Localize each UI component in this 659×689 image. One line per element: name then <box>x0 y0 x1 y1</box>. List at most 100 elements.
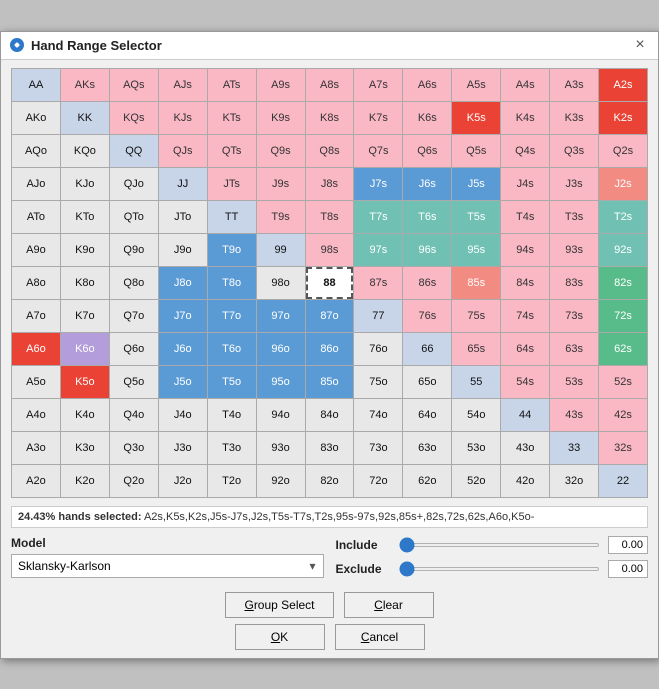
grid-cell[interactable]: 93s <box>550 234 598 266</box>
grid-cell[interactable]: T9o <box>208 234 256 266</box>
grid-cell[interactable]: Q7o <box>110 300 158 332</box>
grid-cell[interactable]: KJo <box>61 168 109 200</box>
grid-cell[interactable]: J7s <box>354 168 402 200</box>
grid-cell[interactable]: Q7s <box>354 135 402 167</box>
grid-cell[interactable]: AJo <box>12 168 60 200</box>
grid-cell[interactable]: 94o <box>257 399 305 431</box>
grid-cell[interactable]: T8o <box>208 267 256 299</box>
grid-cell[interactable]: Q2s <box>599 135 647 167</box>
group-select-button[interactable]: Group Select <box>225 592 333 618</box>
grid-cell[interactable]: 43s <box>550 399 598 431</box>
grid-cell[interactable]: 42s <box>599 399 647 431</box>
grid-cell[interactable]: T6s <box>403 201 451 233</box>
grid-cell[interactable]: 72o <box>354 465 402 497</box>
grid-cell[interactable]: A5o <box>12 366 60 398</box>
grid-cell[interactable]: Q5s <box>452 135 500 167</box>
grid-cell[interactable]: 22 <box>599 465 647 497</box>
grid-cell[interactable]: T9s <box>257 201 305 233</box>
grid-cell[interactable]: A9s <box>257 69 305 101</box>
grid-cell[interactable]: 85o <box>306 366 354 398</box>
grid-cell[interactable]: 82o <box>306 465 354 497</box>
grid-cell[interactable]: Q8s <box>306 135 354 167</box>
grid-cell[interactable]: 96s <box>403 234 451 266</box>
grid-cell[interactable]: 32s <box>599 432 647 464</box>
grid-cell[interactable]: 98s <box>306 234 354 266</box>
grid-cell[interactable]: J4s <box>501 168 549 200</box>
grid-cell[interactable]: 84o <box>306 399 354 431</box>
grid-cell[interactable]: T5s <box>452 201 500 233</box>
grid-cell[interactable]: A6s <box>403 69 451 101</box>
grid-cell[interactable]: 87s <box>354 267 402 299</box>
grid-cell[interactable]: J9o <box>159 234 207 266</box>
grid-cell[interactable]: J8o <box>159 267 207 299</box>
grid-cell[interactable]: K8s <box>306 102 354 134</box>
grid-cell[interactable]: 33 <box>550 432 598 464</box>
grid-cell[interactable]: 52s <box>599 366 647 398</box>
grid-cell[interactable]: QTo <box>110 201 158 233</box>
grid-cell[interactable]: T6o <box>208 333 256 365</box>
grid-cell[interactable]: 44 <box>501 399 549 431</box>
grid-cell[interactable]: J7o <box>159 300 207 332</box>
grid-cell[interactable]: J2o <box>159 465 207 497</box>
grid-cell[interactable]: KTs <box>208 102 256 134</box>
grid-cell[interactable]: Q5o <box>110 366 158 398</box>
grid-cell[interactable]: A3s <box>550 69 598 101</box>
grid-cell[interactable]: 65s <box>452 333 500 365</box>
grid-cell[interactable]: TT <box>208 201 256 233</box>
grid-cell[interactable]: A4s <box>501 69 549 101</box>
grid-cell[interactable]: K3o <box>61 432 109 464</box>
grid-cell[interactable]: 97o <box>257 300 305 332</box>
grid-cell[interactable]: T8s <box>306 201 354 233</box>
grid-cell[interactable]: KTo <box>61 201 109 233</box>
grid-cell[interactable]: Q2o <box>110 465 158 497</box>
grid-cell[interactable]: A5s <box>452 69 500 101</box>
grid-cell[interactable]: 82s <box>599 267 647 299</box>
grid-cell[interactable]: T7o <box>208 300 256 332</box>
grid-cell[interactable]: J8s <box>306 168 354 200</box>
grid-cell[interactable]: KK <box>61 102 109 134</box>
grid-cell[interactable]: K4s <box>501 102 549 134</box>
grid-cell[interactable]: AJs <box>159 69 207 101</box>
grid-cell[interactable]: T7s <box>354 201 402 233</box>
grid-cell[interactable]: A2s <box>599 69 647 101</box>
grid-cell[interactable]: 73s <box>550 300 598 332</box>
grid-cell[interactable]: JJ <box>159 168 207 200</box>
grid-cell[interactable]: 72s <box>599 300 647 332</box>
grid-cell[interactable]: QTs <box>208 135 256 167</box>
grid-cell[interactable]: Q9s <box>257 135 305 167</box>
grid-cell[interactable]: Q6o <box>110 333 158 365</box>
grid-cell[interactable]: 86o <box>306 333 354 365</box>
grid-cell[interactable]: A4o <box>12 399 60 431</box>
grid-cell[interactable]: 92o <box>257 465 305 497</box>
grid-cell[interactable]: 63o <box>403 432 451 464</box>
grid-cell[interactable]: T4s <box>501 201 549 233</box>
grid-cell[interactable]: 83o <box>306 432 354 464</box>
grid-cell[interactable]: 43o <box>501 432 549 464</box>
grid-cell[interactable]: 74o <box>354 399 402 431</box>
grid-cell[interactable]: Q4s <box>501 135 549 167</box>
grid-cell[interactable]: QQ <box>110 135 158 167</box>
grid-cell[interactable]: J6s <box>403 168 451 200</box>
grid-cell[interactable]: 95o <box>257 366 305 398</box>
grid-cell[interactable]: 83s <box>550 267 598 299</box>
grid-cell[interactable]: 88 <box>306 267 354 299</box>
grid-cell[interactable]: Q3o <box>110 432 158 464</box>
grid-cell[interactable]: 84s <box>501 267 549 299</box>
grid-cell[interactable]: AQo <box>12 135 60 167</box>
grid-cell[interactable]: K4o <box>61 399 109 431</box>
grid-cell[interactable]: T3s <box>550 201 598 233</box>
grid-cell[interactable]: J3o <box>159 432 207 464</box>
grid-cell[interactable]: 93o <box>257 432 305 464</box>
grid-cell[interactable]: 86s <box>403 267 451 299</box>
grid-cell[interactable]: 75s <box>452 300 500 332</box>
grid-cell[interactable]: K7o <box>61 300 109 332</box>
ok-button[interactable]: OK <box>235 624 325 650</box>
grid-cell[interactable]: 75o <box>354 366 402 398</box>
grid-cell[interactable]: A2o <box>12 465 60 497</box>
grid-cell[interactable]: T2s <box>599 201 647 233</box>
grid-cell[interactable]: Q4o <box>110 399 158 431</box>
grid-cell[interactable]: 99 <box>257 234 305 266</box>
grid-cell[interactable]: 62o <box>403 465 451 497</box>
grid-cell[interactable]: J2s <box>599 168 647 200</box>
grid-cell[interactable]: 85s <box>452 267 500 299</box>
